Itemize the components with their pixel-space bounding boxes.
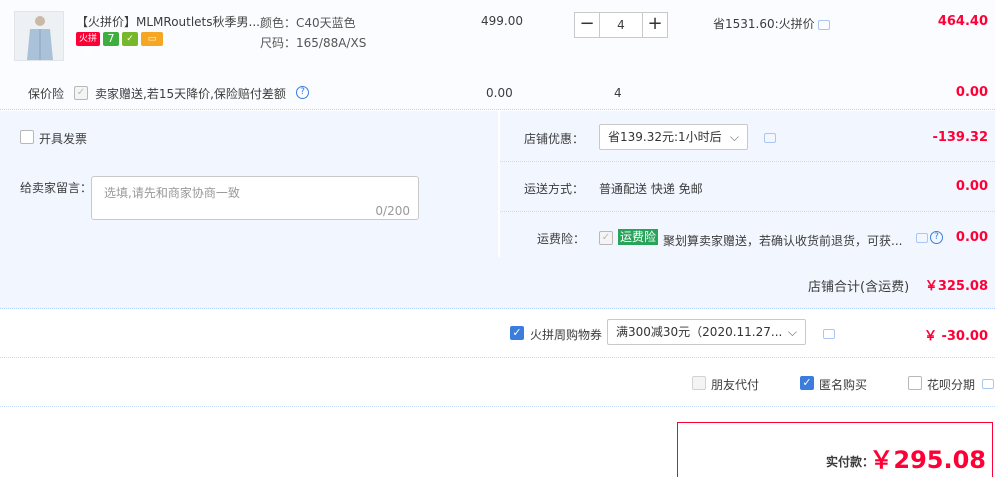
shipping-value: 普通配送 快递 免邮 (599, 182, 703, 196)
friend-pay-label: 朋友代付 (711, 378, 760, 392)
shop-total-amount: ￥325.08 (924, 279, 988, 294)
quantity-input[interactable]: 4 (600, 12, 642, 38)
shipping-insurance-description: 聚划算卖家赠送，若确认收货前退货，可获... (663, 234, 903, 248)
huabei-checkbox[interactable] (908, 376, 922, 390)
actual-pay-amount: ￥295.08 (869, 446, 986, 474)
shipping-insurance-label: 运费险： (537, 232, 586, 246)
coupon-checkbox[interactable]: ✓ (510, 326, 524, 340)
huabei-label[interactable]: 花呗分期 (927, 376, 975, 393)
message-icon[interactable] (823, 329, 835, 339)
coupon-amount: ￥ -30.00 (923, 329, 988, 344)
coupon-value: 满300减30元（2020.11.27... (616, 325, 783, 339)
product-title[interactable]: 【火拼价】MLMRoutlets秋季男... (76, 13, 260, 30)
product-thumbnail[interactable] (14, 11, 64, 61)
jacket-image (15, 12, 63, 60)
seller-message-textarea[interactable]: 选填,请先和商家协商一致 0/200 (91, 176, 419, 220)
coupon-select[interactable]: 满300减30元（2020.11.27... ⌵ (607, 319, 806, 345)
divider (500, 161, 995, 162)
item-subtotal: 464.40 (937, 14, 988, 29)
credit-card-icon: ▭ (141, 32, 163, 46)
anonymous-checkbox[interactable]: ✓ (800, 376, 814, 390)
insurance-qty: 4 (614, 86, 622, 100)
insurance-description: 卖家赠送,若15天降价,保险赔付差额 (95, 87, 286, 101)
product-badges: 火拼价 7 ✓ ▭ (76, 32, 163, 58)
options-divider (498, 111, 500, 257)
guarantee-icon: ✓ (122, 32, 138, 46)
message-counter: 0/200 (375, 204, 410, 218)
shop-discount-value: 省139.32元:1小时后 (608, 130, 722, 144)
shipping-insurance-tag: 运费险 (618, 229, 659, 245)
friend-pay-checkbox (692, 376, 706, 390)
unit-price: 499.00 (481, 14, 523, 28)
divider (0, 357, 995, 358)
chevron-down-icon: ⌵ (787, 325, 797, 339)
invoice-label[interactable]: 开具发票 (39, 130, 87, 147)
insurance-checkbox: ✓ (74, 86, 88, 100)
shop-total-label: 店铺合计(含运费) (808, 280, 910, 295)
divider (500, 211, 995, 212)
huopin-badge: 火拼价 (76, 32, 100, 58)
shop-discount-label: 店铺优惠： (524, 132, 585, 146)
coupon-label: 火拼周购物券 (530, 328, 603, 342)
quantity-plus-button[interactable]: + (642, 12, 668, 38)
divider (0, 406, 995, 407)
insurance-subtotal: 0.00 (955, 85, 988, 100)
insurance-label: 保价险 (28, 87, 65, 101)
message-label: 给卖家留言： (20, 181, 93, 195)
item-discount-text: 省1531.60:火拼价 (713, 17, 815, 31)
quantity-minus-button[interactable]: − (574, 12, 600, 38)
shop-discount-select[interactable]: 省139.32元:1小时后 ⌵ (599, 124, 748, 150)
chevron-down-icon: ⌵ (729, 130, 739, 144)
shipping-label: 运送方式： (524, 182, 585, 196)
shop-discount-amount: -139.32 (932, 130, 988, 145)
invoice-checkbox[interactable] (20, 130, 34, 144)
message-placeholder: 选填,请先和商家协商一致 (104, 186, 240, 200)
message-icon[interactable] (982, 379, 994, 389)
quantity-stepper: − 4 + (574, 12, 668, 38)
message-icon[interactable] (764, 133, 776, 143)
product-size: 尺码：165/88A/XS (260, 36, 367, 50)
insurance-price: 0.00 (486, 86, 513, 100)
shipping-amount: 0.00 (955, 179, 988, 194)
shipping-insurance-amount: 0.00 (955, 230, 988, 245)
shipping-insurance-checkbox: ✓ (599, 231, 613, 245)
anonymous-label[interactable]: 匿名购买 (819, 376, 867, 393)
seven-day-return-badge: 7 (103, 32, 119, 46)
help-icon[interactable]: ? (296, 86, 309, 99)
product-color: 颜色：C40天蓝色 (260, 16, 356, 30)
message-icon[interactable] (818, 20, 830, 30)
